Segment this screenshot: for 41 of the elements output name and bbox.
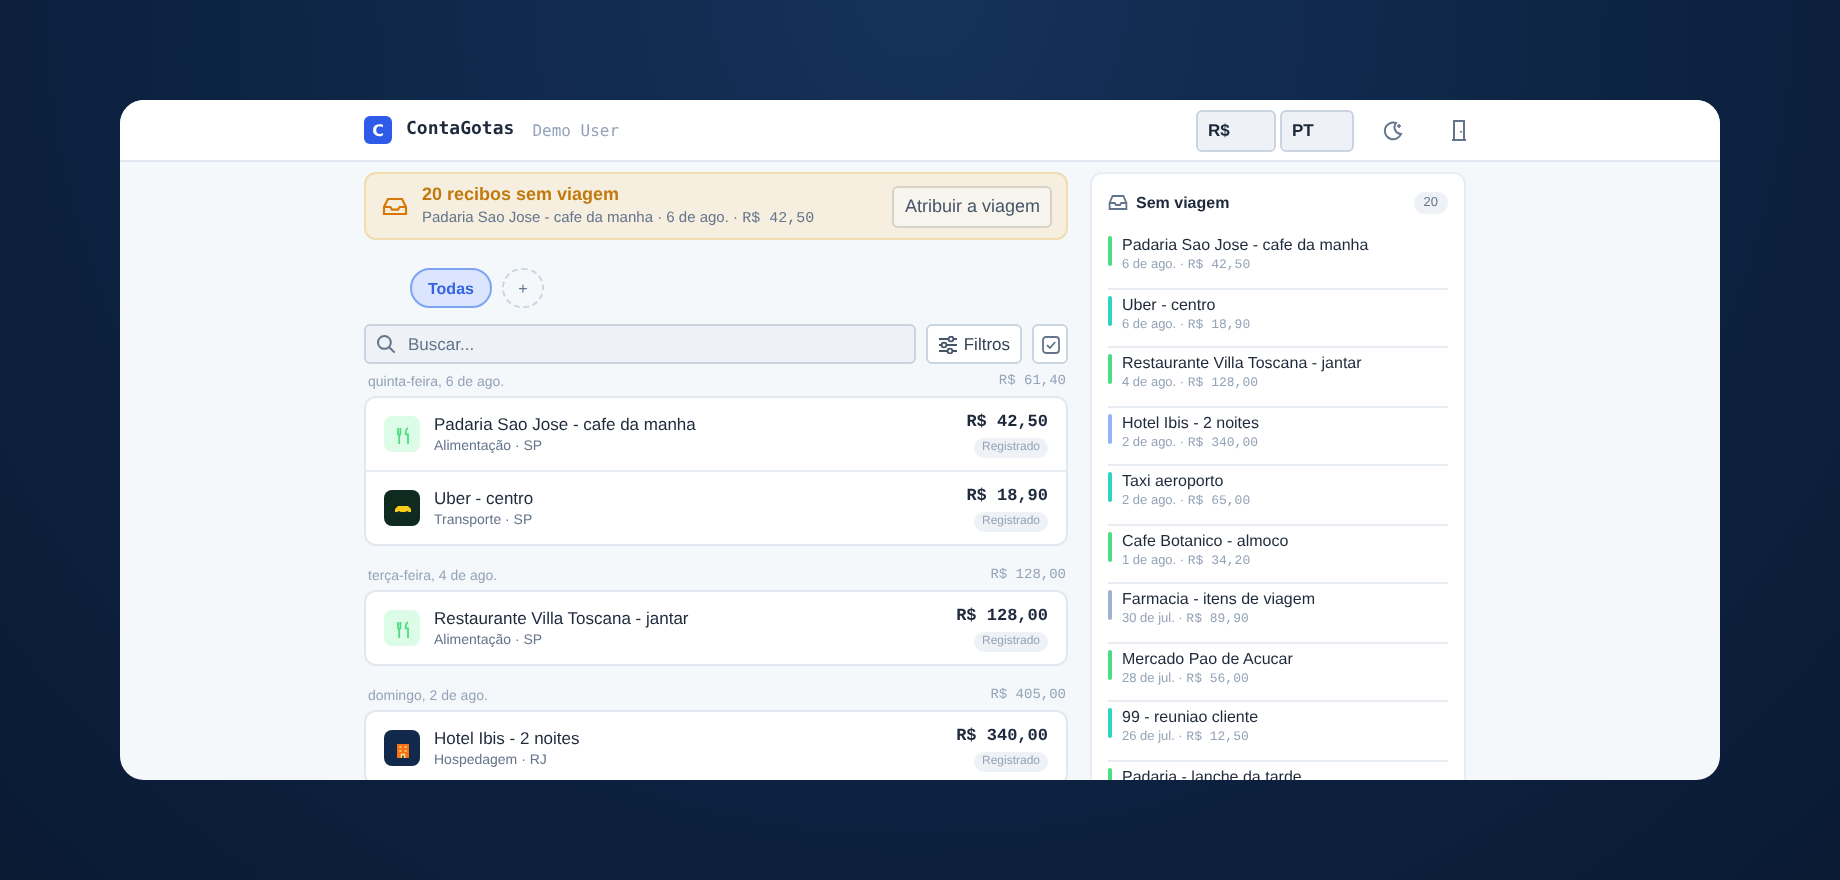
moon-icon bbox=[1382, 119, 1404, 141]
filter-chip[interactable]: Todas bbox=[410, 268, 492, 308]
assign-button[interactable]: Atribuir a viagem bbox=[892, 185, 1052, 227]
receipt-link[interactable]: Mercado Pao de Acucar bbox=[1122, 649, 1293, 667]
door-icon bbox=[1450, 118, 1468, 142]
app-name: ContaGotas bbox=[406, 120, 515, 140]
receipt-link[interactable]: Uber - centro bbox=[1122, 295, 1251, 313]
building-icon bbox=[384, 730, 420, 766]
receipt-title: Uber - centro bbox=[434, 488, 536, 508]
utensils-icon bbox=[384, 416, 420, 452]
receipt-link[interactable]: Taxi aeroporto bbox=[1122, 472, 1251, 490]
receipt-link[interactable]: Padaria Sao Jose - cafe da manha bbox=[1122, 236, 1369, 254]
receipt-amount: R$ 42,50 bbox=[966, 411, 1048, 431]
filters-button[interactable]: Filtros bbox=[925, 324, 1022, 364]
logo-badge: C bbox=[364, 116, 392, 144]
search-icon bbox=[376, 334, 396, 354]
notice-title: 20 recibos sem viagem bbox=[422, 184, 622, 204]
tray-icon bbox=[382, 196, 408, 216]
taxi-icon bbox=[384, 490, 420, 526]
receipt-title: Restaurante Villa Toscana - jantar bbox=[434, 608, 691, 628]
add-chip-button[interactable]: + bbox=[501, 268, 544, 308]
receipt-link[interactable]: Cafe Botanico - almoco bbox=[1122, 531, 1289, 549]
receipt-link[interactable]: Farmacia - itens de viagem bbox=[1122, 590, 1315, 608]
receipt-title: Hotel Ibis - 2 noites bbox=[434, 728, 582, 748]
receipt-amount: R$ 340,00 bbox=[956, 725, 1048, 745]
receipt-amount: R$ 18,90 bbox=[966, 485, 1048, 505]
tray-icon bbox=[1108, 194, 1128, 210]
checkbox-icon bbox=[1041, 335, 1059, 353]
select-button[interactable] bbox=[1032, 324, 1068, 364]
receipt-link[interactable]: Hotel Ibis - 2 noites bbox=[1122, 413, 1259, 431]
currency-select[interactable]: R$ bbox=[1196, 109, 1276, 151]
utensils-icon bbox=[384, 610, 420, 646]
panel-title: Sem viagem bbox=[1136, 193, 1232, 211]
receipt-link[interactable]: 99 - reuniao cliente bbox=[1122, 708, 1259, 726]
user-name: Demo User bbox=[532, 121, 620, 139]
receipt-amount: R$ 128,00 bbox=[956, 605, 1048, 625]
search-field[interactable]: Buscar... bbox=[364, 324, 916, 364]
language-select[interactable]: PT bbox=[1280, 109, 1354, 151]
receipt-link[interactable]: Restaurante Villa Toscana - jantar bbox=[1122, 354, 1362, 372]
sliders-icon bbox=[937, 335, 958, 353]
receipt-title: Padaria Sao Jose - cafe da manha bbox=[434, 414, 698, 434]
